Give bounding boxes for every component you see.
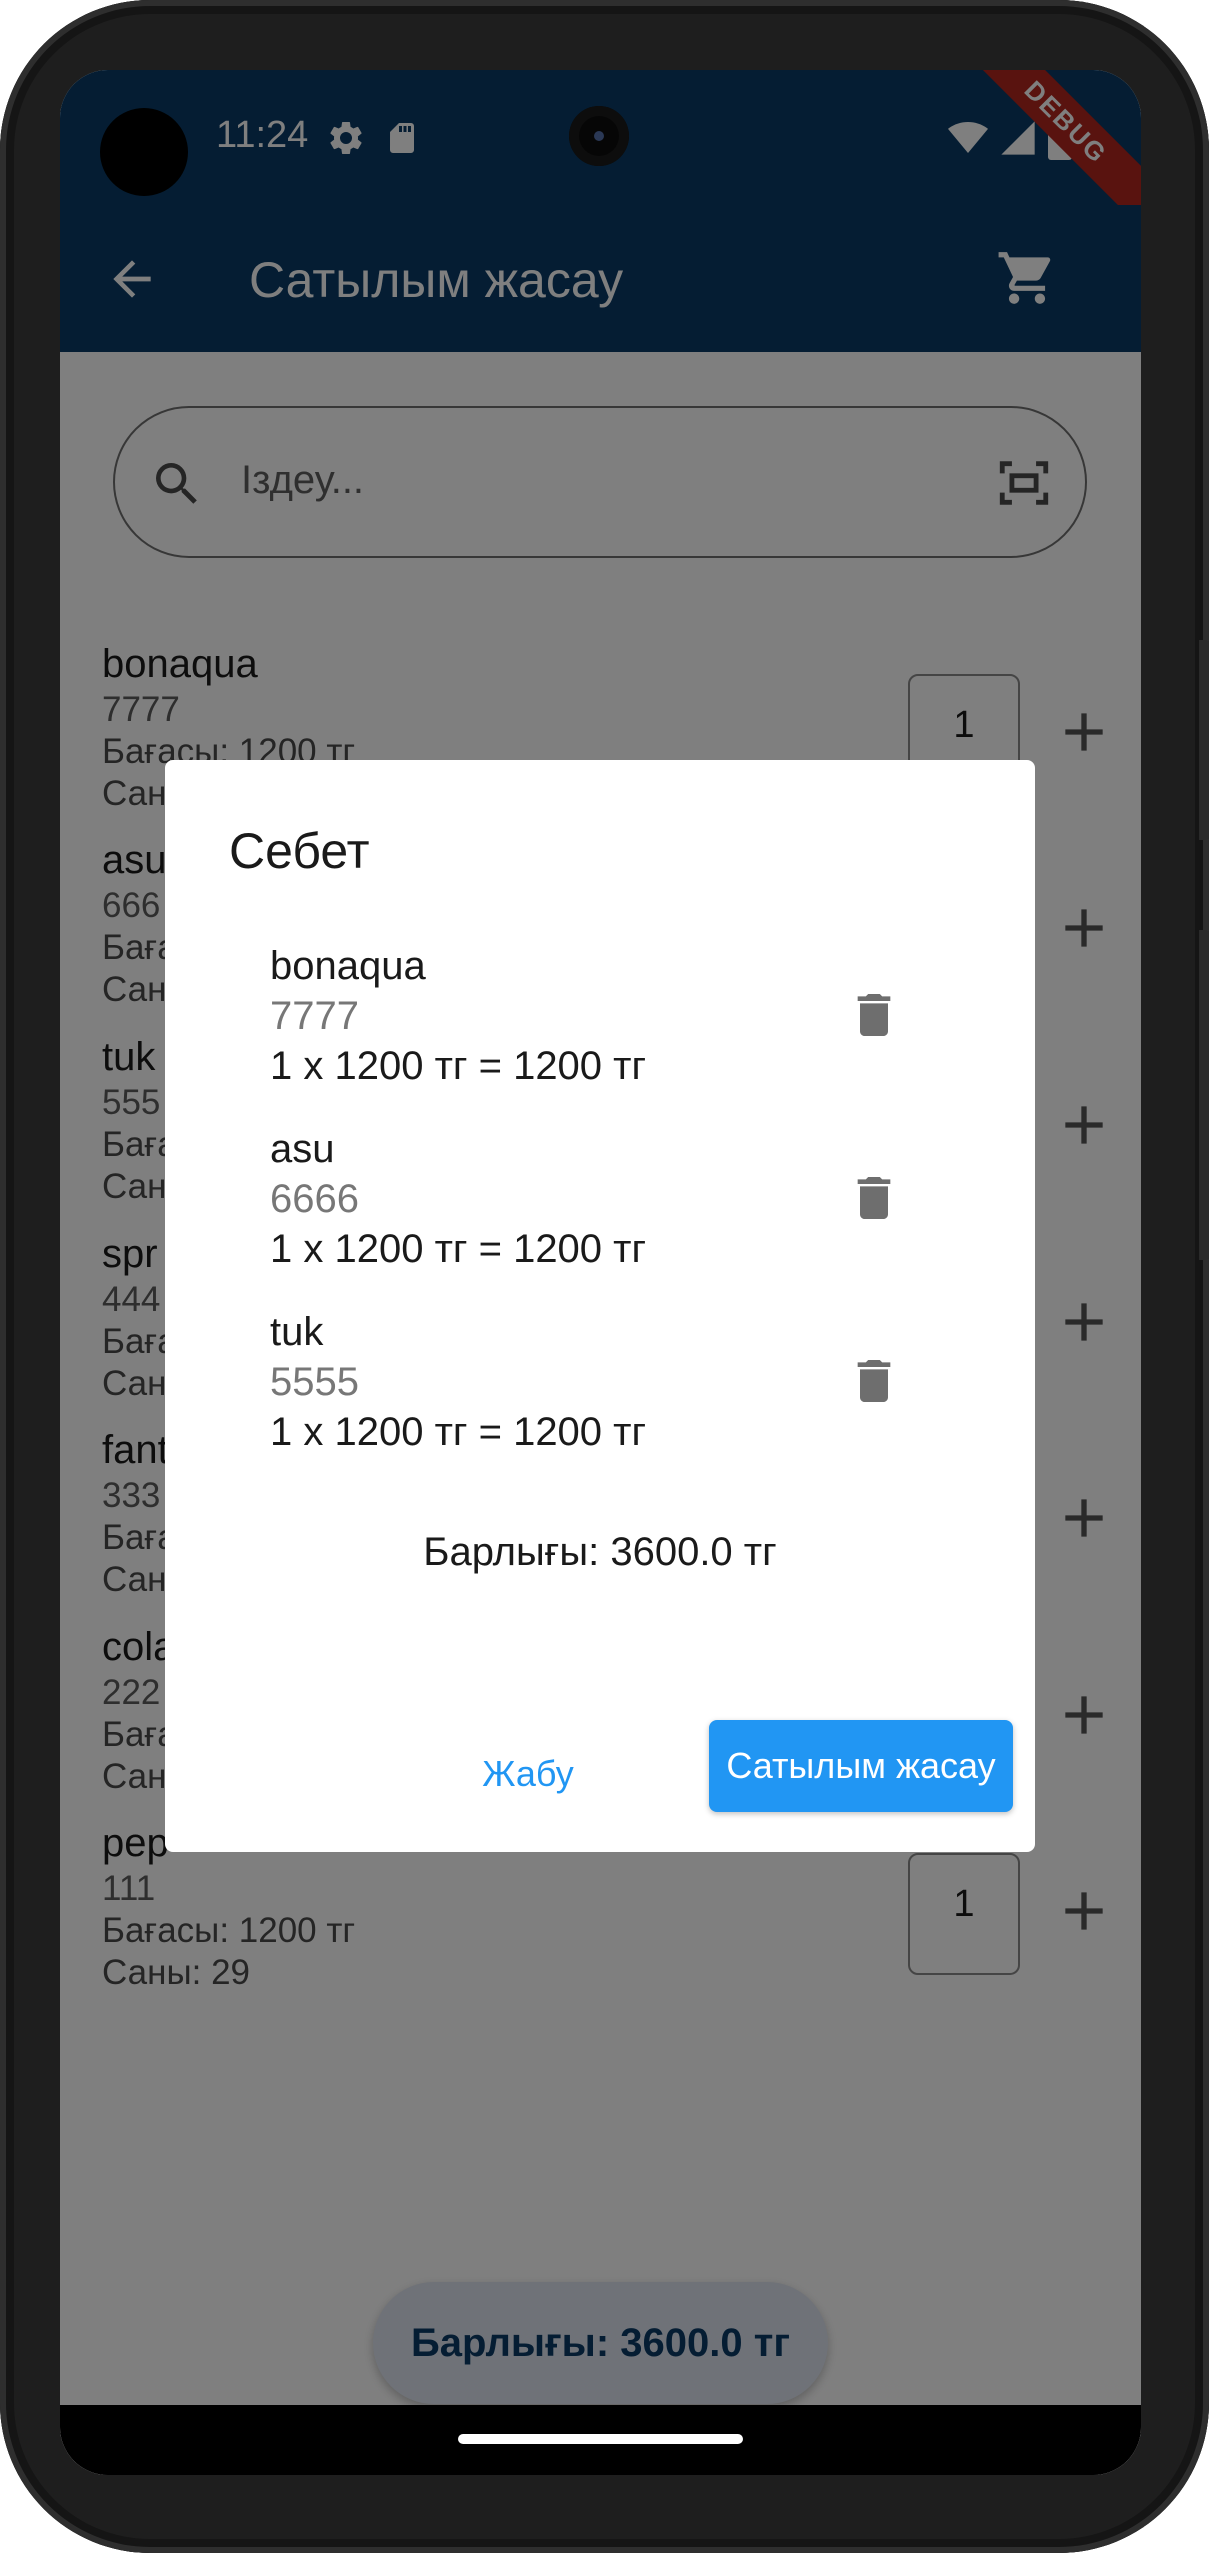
cart-item-calc: 1 x 1200 тг = 1200 тг [270, 1227, 647, 1271]
delete-icon[interactable] [846, 984, 902, 1046]
cart-item-calc: 1 x 1200 тг = 1200 тг [270, 1044, 647, 1088]
cart-dialog: Себет bonaqua 7777 1 x 1200 тг = 1200 тг… [165, 760, 1035, 1852]
make-sale-button[interactable]: Сатылым жасау [709, 1720, 1013, 1812]
delete-icon[interactable] [846, 1167, 902, 1229]
phone-frame: 11:24 DEBUG Сатылым жасау [0, 0, 1209, 2553]
cart-item-code: 5555 [270, 1360, 359, 1404]
dialog-total: Барлығы: 3600.0 тг [423, 1530, 777, 1574]
dialog-title: Себет [229, 823, 370, 879]
cart-item-code: 7777 [270, 994, 359, 1038]
cart-item-name: tuk [270, 1310, 324, 1354]
cart-item-name: bonaqua [270, 944, 426, 988]
cart-item-calc: 1 x 1200 тг = 1200 тг [270, 1410, 647, 1454]
cart-item-name: asu [270, 1127, 335, 1171]
cart-item: tuk 5555 1 x 1200 тг = 1200 тг [270, 1310, 970, 1470]
cart-item: asu 6666 1 x 1200 тг = 1200 тг [270, 1127, 970, 1287]
cart-item-code: 6666 [270, 1177, 359, 1221]
close-button[interactable]: Жабу [482, 1753, 574, 1795]
power-button [1199, 640, 1209, 840]
screen: 11:24 DEBUG Сатылым жасау [60, 70, 1141, 2475]
delete-icon[interactable] [846, 1350, 902, 1412]
home-indicator[interactable] [458, 2434, 743, 2444]
cart-item: bonaqua 7777 1 x 1200 тг = 1200 тг [270, 944, 970, 1104]
volume-button [1199, 930, 1209, 1260]
